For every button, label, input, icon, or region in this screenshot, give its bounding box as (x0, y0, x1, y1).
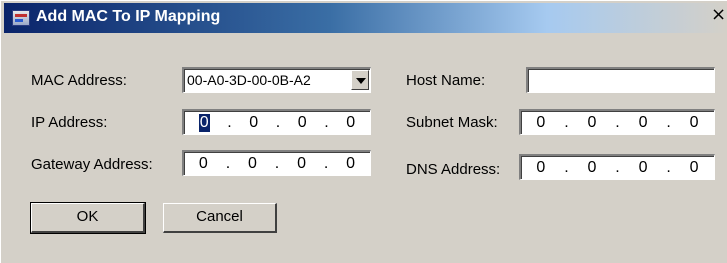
ip-address-label: IP Address: (31, 114, 108, 131)
ip-octet[interactable]: 0 (346, 155, 355, 173)
dropdown-button[interactable] (351, 70, 369, 90)
dns-address-field[interactable]: 0 . 0 . 0 . 0 (519, 154, 715, 180)
dns-address-label: DNS Address: (406, 161, 501, 178)
ip-octet[interactable]: 0 (346, 114, 355, 132)
subnet-mask-label: Subnet Mask: (406, 114, 498, 131)
subnet-mask-field[interactable]: 0 . 0 . 0 . 0 (519, 109, 715, 135)
ip-address-field[interactable]: 0 . 0 . 0 . 0 (182, 109, 371, 135)
ip-octet[interactable]: 0 (199, 155, 208, 173)
dialog-window: Add MAC To IP Mapping × MAC Address: 00-… (0, 0, 727, 263)
app-icon (12, 10, 30, 26)
ip-octet[interactable]: 0 (639, 159, 648, 177)
ip-octet[interactable]: 0 (248, 155, 257, 173)
ip-octet[interactable]: 0 (249, 114, 258, 132)
mac-address-value: 00-A0-3D-00-0B-A2 (187, 72, 311, 88)
ip-octet[interactable]: 0 (536, 114, 545, 132)
gateway-address-label: Gateway Address: (31, 156, 153, 173)
ip-octet[interactable]: 0 (690, 159, 699, 177)
window-title: Add MAC To IP Mapping (36, 8, 221, 25)
ip-octet[interactable]: 0 (297, 155, 306, 173)
title-bar[interactable]: Add MAC To IP Mapping (4, 3, 727, 33)
mac-address-select[interactable]: 00-A0-3D-00-0B-A2 (182, 67, 371, 93)
ip-octet[interactable]: 0 (536, 159, 545, 177)
host-name-label: Host Name: (406, 72, 486, 89)
host-name-input[interactable] (526, 67, 715, 93)
ip-octet[interactable]: 0 (588, 159, 597, 177)
close-icon[interactable]: × (709, 4, 727, 26)
ip-octet[interactable]: 0 (639, 114, 648, 132)
mac-address-label: MAC Address: (31, 72, 127, 89)
ip-octet[interactable]: 0 (298, 114, 307, 132)
ip-octet[interactable]: 0 (588, 114, 597, 132)
ip-octet[interactable]: 0 (198, 113, 210, 132)
gateway-address-field[interactable]: 0 . 0 . 0 . 0 (182, 150, 371, 176)
chevron-down-icon (356, 78, 366, 84)
ok-button[interactable]: OK (30, 202, 146, 234)
cancel-button[interactable]: Cancel (163, 203, 277, 233)
ip-octet[interactable]: 0 (690, 114, 699, 132)
